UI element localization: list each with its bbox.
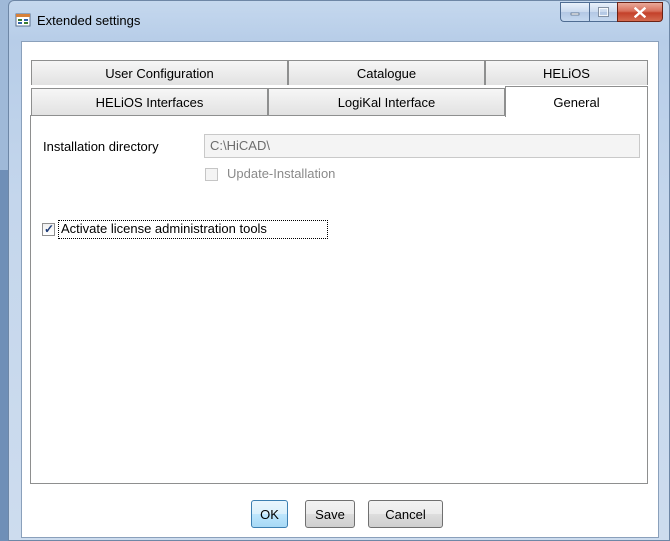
dialog-client-area: User Configuration Catalogue HELiOS HELi…: [21, 41, 659, 538]
background-window-edge: [0, 170, 8, 541]
tab-logikal-interface[interactable]: LogiKal Interface: [268, 88, 505, 115]
activate-license-tools-checkbox[interactable]: ✓: [42, 222, 55, 236]
tab-label: General: [553, 94, 600, 110]
activate-license-tools-label[interactable]: Activate license administration tools: [61, 221, 267, 236]
tab-user-configuration[interactable]: User Configuration: [31, 60, 288, 85]
tab-label: Catalogue: [356, 65, 417, 81]
installation-directory-field[interactable]: C:\HiCAD\: [204, 134, 640, 158]
title-bar[interactable]: Extended settings: [9, 1, 669, 41]
tab-general[interactable]: General: [505, 86, 648, 117]
cancel-button[interactable]: Cancel: [368, 500, 443, 528]
tab-label: User Configuration: [105, 65, 214, 81]
ok-button-label: OK: [260, 506, 279, 522]
checkmark-icon: ✓: [44, 222, 55, 236]
maximize-icon: [598, 7, 609, 17]
cancel-button-label: Cancel: [385, 506, 426, 522]
window-title: Extended settings: [37, 13, 141, 28]
save-button[interactable]: Save: [305, 500, 355, 528]
installation-directory-label: Installation directory: [43, 139, 159, 154]
maximize-button[interactable]: [589, 2, 617, 22]
tab-catalogue[interactable]: Catalogue: [288, 60, 485, 85]
update-installation-checkbox[interactable]: [205, 168, 218, 181]
extended-settings-window: Extended settings User Configuration Cat…: [8, 0, 670, 541]
close-button[interactable]: [617, 2, 663, 22]
ok-button[interactable]: OK: [251, 500, 288, 528]
tab-helios[interactable]: HELiOS: [485, 60, 648, 85]
minimize-button[interactable]: [560, 2, 589, 22]
close-icon: [634, 6, 646, 18]
installation-directory-value: C:\HiCAD\: [210, 138, 270, 153]
tab-label: HELiOS Interfaces: [95, 94, 204, 110]
caption-buttons: [560, 2, 663, 26]
update-installation-label: Update-Installation: [227, 166, 336, 181]
minimize-icon: [570, 12, 580, 16]
tab-label: HELiOS: [543, 65, 590, 81]
tab-helios-interfaces[interactable]: HELiOS Interfaces: [31, 88, 268, 115]
tab-label: LogiKal Interface: [337, 94, 436, 110]
settings-app-icon: [15, 13, 31, 27]
general-tab-panel: Installation directory C:\HiCAD\ Update-…: [30, 115, 648, 484]
save-button-label: Save: [315, 506, 345, 522]
